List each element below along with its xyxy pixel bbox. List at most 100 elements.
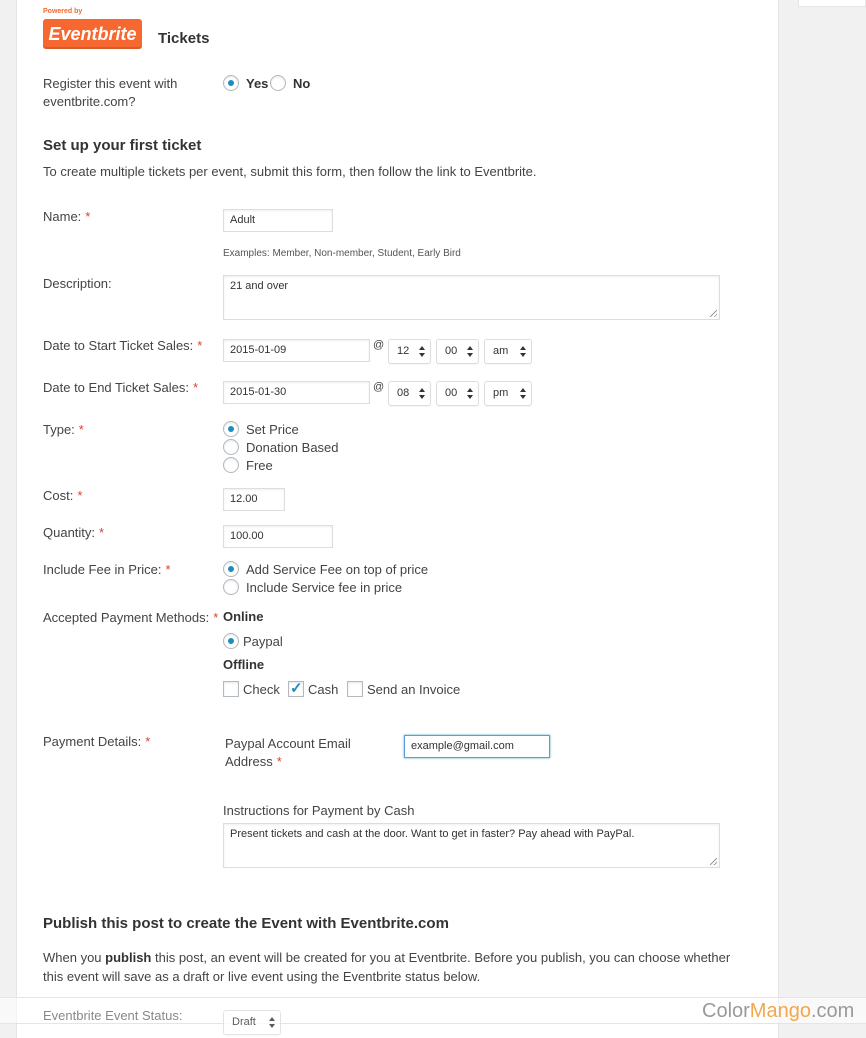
- offline-heading: Offline: [223, 657, 265, 672]
- register-no-radio[interactable]: [270, 75, 286, 91]
- paypal-radio[interactable]: [223, 633, 239, 649]
- end-at-symbol: @: [373, 381, 385, 393]
- paypal-email-input[interactable]: example@gmail.com: [404, 735, 550, 758]
- cash-checkbox[interactable]: ✓: [288, 680, 304, 697]
- eventbrite-logo: Powered by Eventbrite: [43, 8, 143, 50]
- register-yes-label: Yes: [246, 75, 269, 91]
- end-date-input[interactable]: 2015-01-30: [223, 381, 370, 404]
- end-minute-select[interactable]: 00: [436, 381, 479, 406]
- type-free-radio[interactable]: [223, 457, 239, 473]
- register-no-option[interactable]: No: [270, 75, 310, 91]
- required-marker: *: [213, 610, 219, 625]
- start-ampm-value: am: [493, 345, 509, 357]
- paypal-option[interactable]: Paypal: [223, 633, 283, 649]
- register-yes-option[interactable]: Yes: [223, 75, 268, 91]
- type-set-price-radio[interactable]: [223, 421, 239, 437]
- end-ampm-value: pm: [493, 387, 509, 399]
- type-donation-radio[interactable]: [223, 439, 239, 455]
- paypal-email-label: Paypal Account Email Address *: [225, 736, 351, 769]
- required-marker: *: [78, 422, 84, 437]
- type-option-label: Donation Based: [246, 439, 339, 455]
- powered-by-text: Powered by: [43, 8, 83, 15]
- fee-option-add[interactable]: Add Service Fee on top of price: [223, 561, 428, 577]
- required-marker: *: [99, 525, 105, 540]
- check-option-label: Check: [243, 681, 280, 697]
- section-title: Tickets: [158, 30, 210, 47]
- required-marker: *: [145, 734, 151, 749]
- end-ampm-select[interactable]: pm: [484, 381, 532, 406]
- invoice-option-label: Send an Invoice: [367, 681, 461, 697]
- resize-handle-icon[interactable]: [710, 310, 717, 317]
- status-label: Eventbrite Event Status:: [43, 1008, 183, 1023]
- watermark: ColorMango.com: [702, 1000, 855, 1022]
- register-no-label: No: [293, 75, 311, 91]
- start-ampm-select[interactable]: am: [484, 339, 532, 364]
- start-date-input[interactable]: 2015-01-09: [223, 339, 370, 362]
- checkmark-icon: ✓: [290, 680, 303, 697]
- type-option-set-price[interactable]: Set Price: [223, 421, 299, 437]
- start-minute-select[interactable]: 00: [436, 339, 479, 364]
- status-value: Draft: [232, 1016, 256, 1028]
- select-arrows-icon: [467, 346, 473, 357]
- cash-instructions-label: Instructions for Payment by Cash: [223, 803, 415, 818]
- type-option-free[interactable]: Free: [223, 457, 273, 473]
- end-minute-value: 00: [445, 387, 458, 399]
- required-marker: *: [192, 380, 199, 395]
- type-option-label: Set Price: [246, 421, 299, 437]
- fee-add-radio[interactable]: [223, 561, 239, 577]
- description-label: Description:: [43, 276, 112, 291]
- paypal-option-label: Paypal: [243, 633, 283, 649]
- description-value: 21 and over: [230, 280, 289, 292]
- start-minute-value: 00: [445, 345, 458, 357]
- name-hint: Examples: Member, Non-member, Student, E…: [223, 248, 461, 259]
- type-option-label: Free: [246, 457, 273, 473]
- register-yes-radio[interactable]: [223, 75, 239, 91]
- first-ticket-note: To create multiple tickets per event, su…: [43, 164, 537, 179]
- check-checkbox[interactable]: [223, 681, 239, 697]
- payment-methods-label: Accepted Payment Methods: *: [43, 610, 219, 625]
- sidebar-box: [798, 0, 866, 7]
- type-label: Type: *: [43, 422, 84, 437]
- publish-description: When you publish this post, an event wil…: [43, 950, 731, 984]
- quantity-label: Quantity: *: [43, 525, 105, 540]
- cash-instructions-textarea[interactable]: Present tickets and cash at the door. Wa…: [223, 823, 720, 868]
- status-select[interactable]: Draft: [223, 1010, 281, 1035]
- end-hour-value: 08: [397, 387, 410, 399]
- fee-include-radio[interactable]: [223, 579, 239, 595]
- name-input[interactable]: Adult: [223, 209, 333, 232]
- cost-input[interactable]: 12.00: [223, 488, 285, 511]
- cost-label: Cost: *: [43, 488, 83, 503]
- start-hour-value: 12: [397, 345, 410, 357]
- resize-handle-icon[interactable]: [710, 858, 717, 865]
- required-marker: *: [165, 562, 171, 577]
- check-option[interactable]: Check: [223, 681, 280, 697]
- select-arrows-icon: [269, 1017, 275, 1028]
- cash-instructions-value: Present tickets and cash at the door. Wa…: [230, 828, 635, 840]
- invoice-option[interactable]: Send an Invoice: [347, 681, 460, 697]
- required-marker: *: [276, 754, 282, 769]
- settings-panel: [16, 0, 779, 1038]
- invoice-checkbox[interactable]: [347, 681, 363, 697]
- required-marker: *: [85, 209, 91, 224]
- cash-option[interactable]: ✓ Cash: [288, 680, 339, 697]
- name-label: Name: *: [43, 209, 91, 224]
- start-sales-label: Date to Start Ticket Sales: *: [43, 338, 203, 353]
- fee-option-label: Add Service Fee on top of price: [246, 561, 429, 577]
- select-arrows-icon: [520, 388, 526, 399]
- start-hour-select[interactable]: 12: [388, 339, 431, 364]
- required-marker: *: [197, 338, 203, 353]
- payment-details-label: Payment Details: *: [43, 734, 151, 749]
- cash-option-label: Cash: [308, 681, 339, 697]
- type-option-donation[interactable]: Donation Based: [223, 439, 339, 455]
- fee-option-include[interactable]: Include Service fee in price: [223, 579, 402, 595]
- description-textarea[interactable]: 21 and over: [223, 275, 720, 320]
- quantity-input[interactable]: 100.00: [223, 525, 333, 548]
- eventbrite-brand: Eventbrite: [43, 19, 142, 49]
- online-heading: Online: [223, 609, 264, 624]
- start-at-symbol: @: [373, 339, 385, 351]
- select-arrows-icon: [419, 388, 425, 399]
- fee-option-label: Include Service fee in price: [246, 579, 403, 595]
- register-label: Register this event with eventbrite.com?: [43, 76, 178, 109]
- first-ticket-heading: Set up your first ticket: [43, 137, 202, 154]
- end-hour-select[interactable]: 08: [388, 381, 431, 406]
